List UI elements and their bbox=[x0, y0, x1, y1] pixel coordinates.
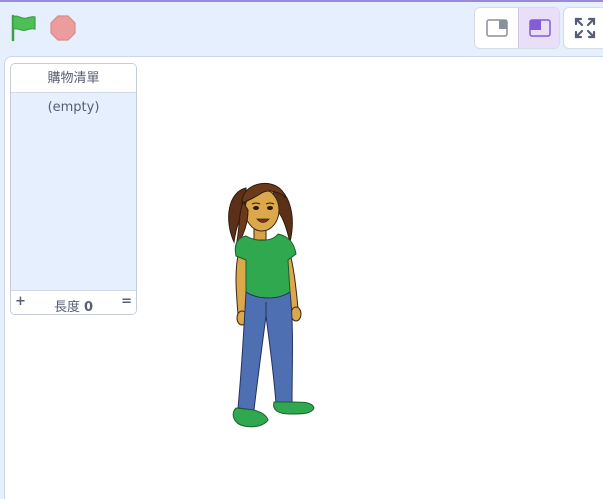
top-border bbox=[0, 0, 603, 2]
list-length-value: 0 bbox=[83, 300, 94, 315]
stage-size-toggle bbox=[474, 7, 560, 49]
fullscreen-icon bbox=[574, 17, 596, 39]
green-flag-icon bbox=[11, 14, 36, 42]
green-flag-button[interactable] bbox=[8, 12, 40, 44]
list-body: (empty) bbox=[11, 93, 136, 290]
list-title: 購物清單 bbox=[11, 64, 136, 93]
normal-stage-button[interactable] bbox=[518, 8, 559, 48]
list-length: 長度 0 bbox=[11, 296, 136, 315]
small-stage-button[interactable] bbox=[475, 8, 518, 48]
normal-stage-icon bbox=[529, 19, 551, 37]
resize-handle[interactable]: = bbox=[121, 294, 132, 309]
sprite-girl[interactable] bbox=[216, 176, 320, 434]
list-empty-text: (empty) bbox=[47, 100, 100, 115]
list-footer: + 長度 0 = bbox=[11, 290, 136, 315]
fullscreen-button[interactable] bbox=[563, 7, 603, 49]
stop-sign-icon bbox=[50, 15, 76, 41]
small-stage-icon bbox=[485, 19, 508, 37]
list-monitor[interactable]: 購物清單 (empty) + 長度 0 = bbox=[10, 63, 137, 315]
stop-button[interactable] bbox=[47, 12, 79, 44]
list-length-label: 長度 bbox=[53, 300, 80, 315]
